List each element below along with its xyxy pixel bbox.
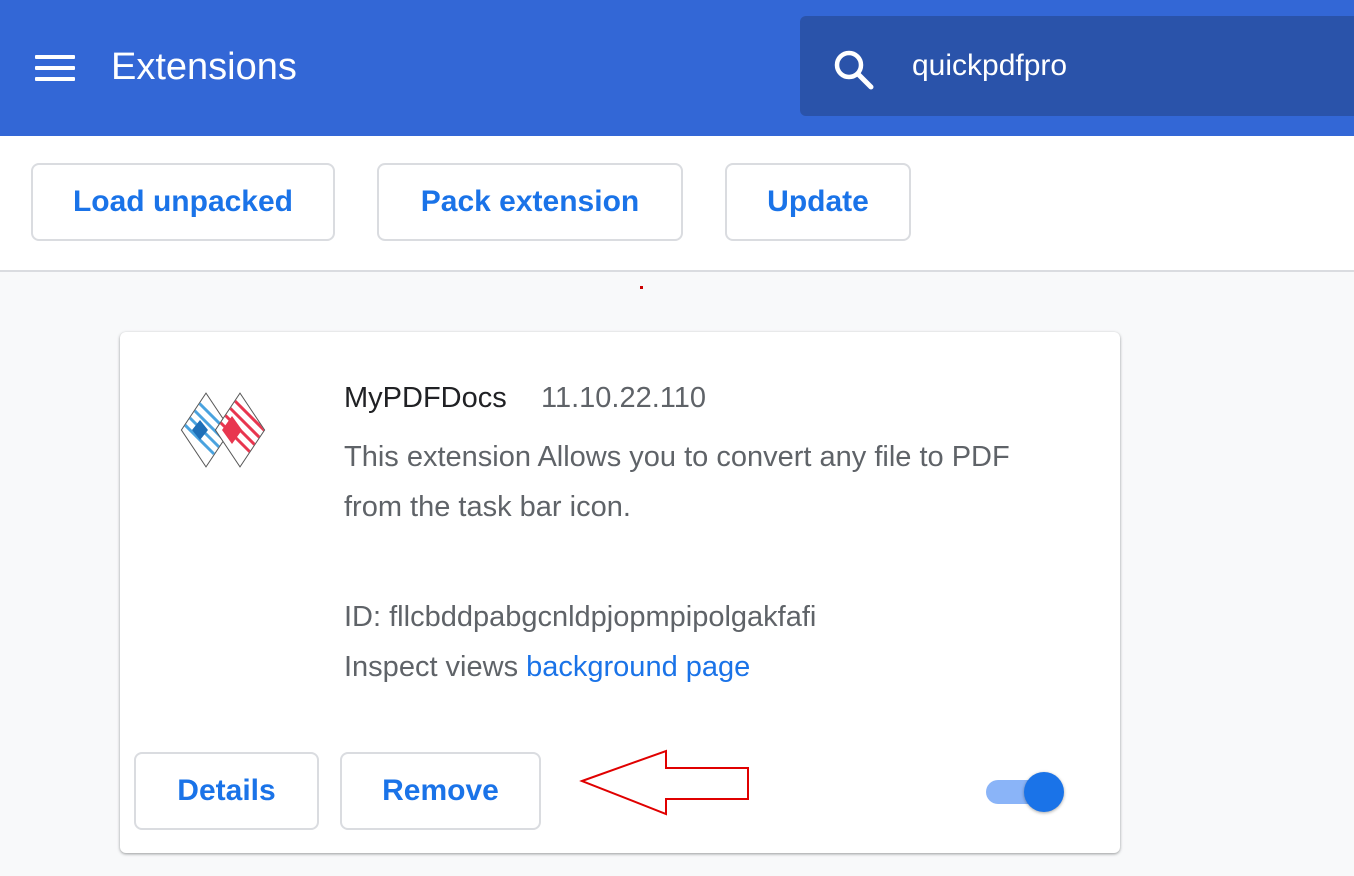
details-button[interactable]: Details	[134, 752, 319, 830]
update-button[interactable]: Update	[725, 163, 911, 241]
developer-toolbar: Load unpacked Pack extension Update	[0, 136, 1354, 272]
search-icon[interactable]	[832, 48, 876, 92]
search-box[interactable]	[800, 16, 1354, 116]
pack-extension-button[interactable]: Pack extension	[377, 163, 683, 241]
toggle-knob	[1024, 772, 1064, 812]
inspect-views-row: Inspect views background page	[344, 647, 750, 687]
page-title: Extensions	[111, 46, 297, 88]
annotation-dot	[640, 286, 643, 289]
extension-version: 11.10.22.110	[541, 382, 707, 414]
search-input[interactable]	[912, 42, 1332, 90]
extension-description: This extension Allows you to convert any…	[344, 441, 1010, 523]
extension-id-value: fllcbddpabgcnldpjopmpipolgakfafi	[389, 601, 817, 633]
extension-name: MyPDFDocs	[344, 382, 507, 414]
extension-id-row: ID: fllcbddpabgcnldpjopmpipolgakfafi	[344, 597, 816, 637]
mypdfdocs-logo	[180, 392, 266, 468]
header-bar: Extensions	[0, 0, 1354, 136]
hamburger-menu-icon[interactable]	[30, 46, 80, 90]
red-arrow-annotation	[579, 749, 749, 816]
remove-button[interactable]: Remove	[340, 752, 541, 830]
load-unpacked-button[interactable]: Load unpacked	[31, 163, 335, 241]
extension-id-label: ID:	[344, 601, 382, 633]
inspect-views-label: Inspect views	[344, 651, 519, 683]
background-page-link[interactable]: background page	[526, 651, 750, 683]
enable-toggle[interactable]	[984, 770, 1066, 814]
